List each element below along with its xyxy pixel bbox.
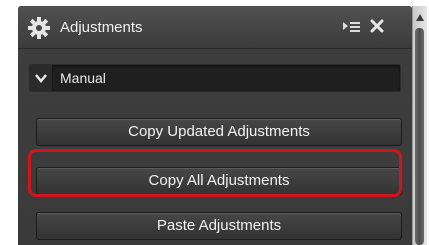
preset-value: Manual (60, 70, 106, 86)
paste-adjustments-button[interactable]: Paste Adjustments (36, 212, 402, 240)
preset-dropdown[interactable]: Manual (29, 64, 401, 92)
copy-updated-adjustments-button[interactable]: Copy Updated Adjustments (36, 118, 402, 146)
copy-all-adjustments-button[interactable]: Copy All Adjustments (36, 167, 402, 195)
vertical-scrollbar[interactable] (412, 6, 427, 245)
panel-title: Adjustments (60, 19, 143, 36)
close-icon[interactable] (369, 18, 385, 34)
gear-icon[interactable] (28, 17, 50, 39)
chevron-down-icon[interactable] (30, 65, 53, 91)
scrollbar-thumb[interactable] (415, 28, 424, 245)
adjustments-panel: Adjustments Manual Copy Updated Adjustme… (18, 6, 412, 245)
panel-menu-icon[interactable] (343, 20, 361, 34)
scroll-up-arrow-icon[interactable] (415, 10, 425, 21)
panel-header: Adjustments (18, 6, 412, 49)
